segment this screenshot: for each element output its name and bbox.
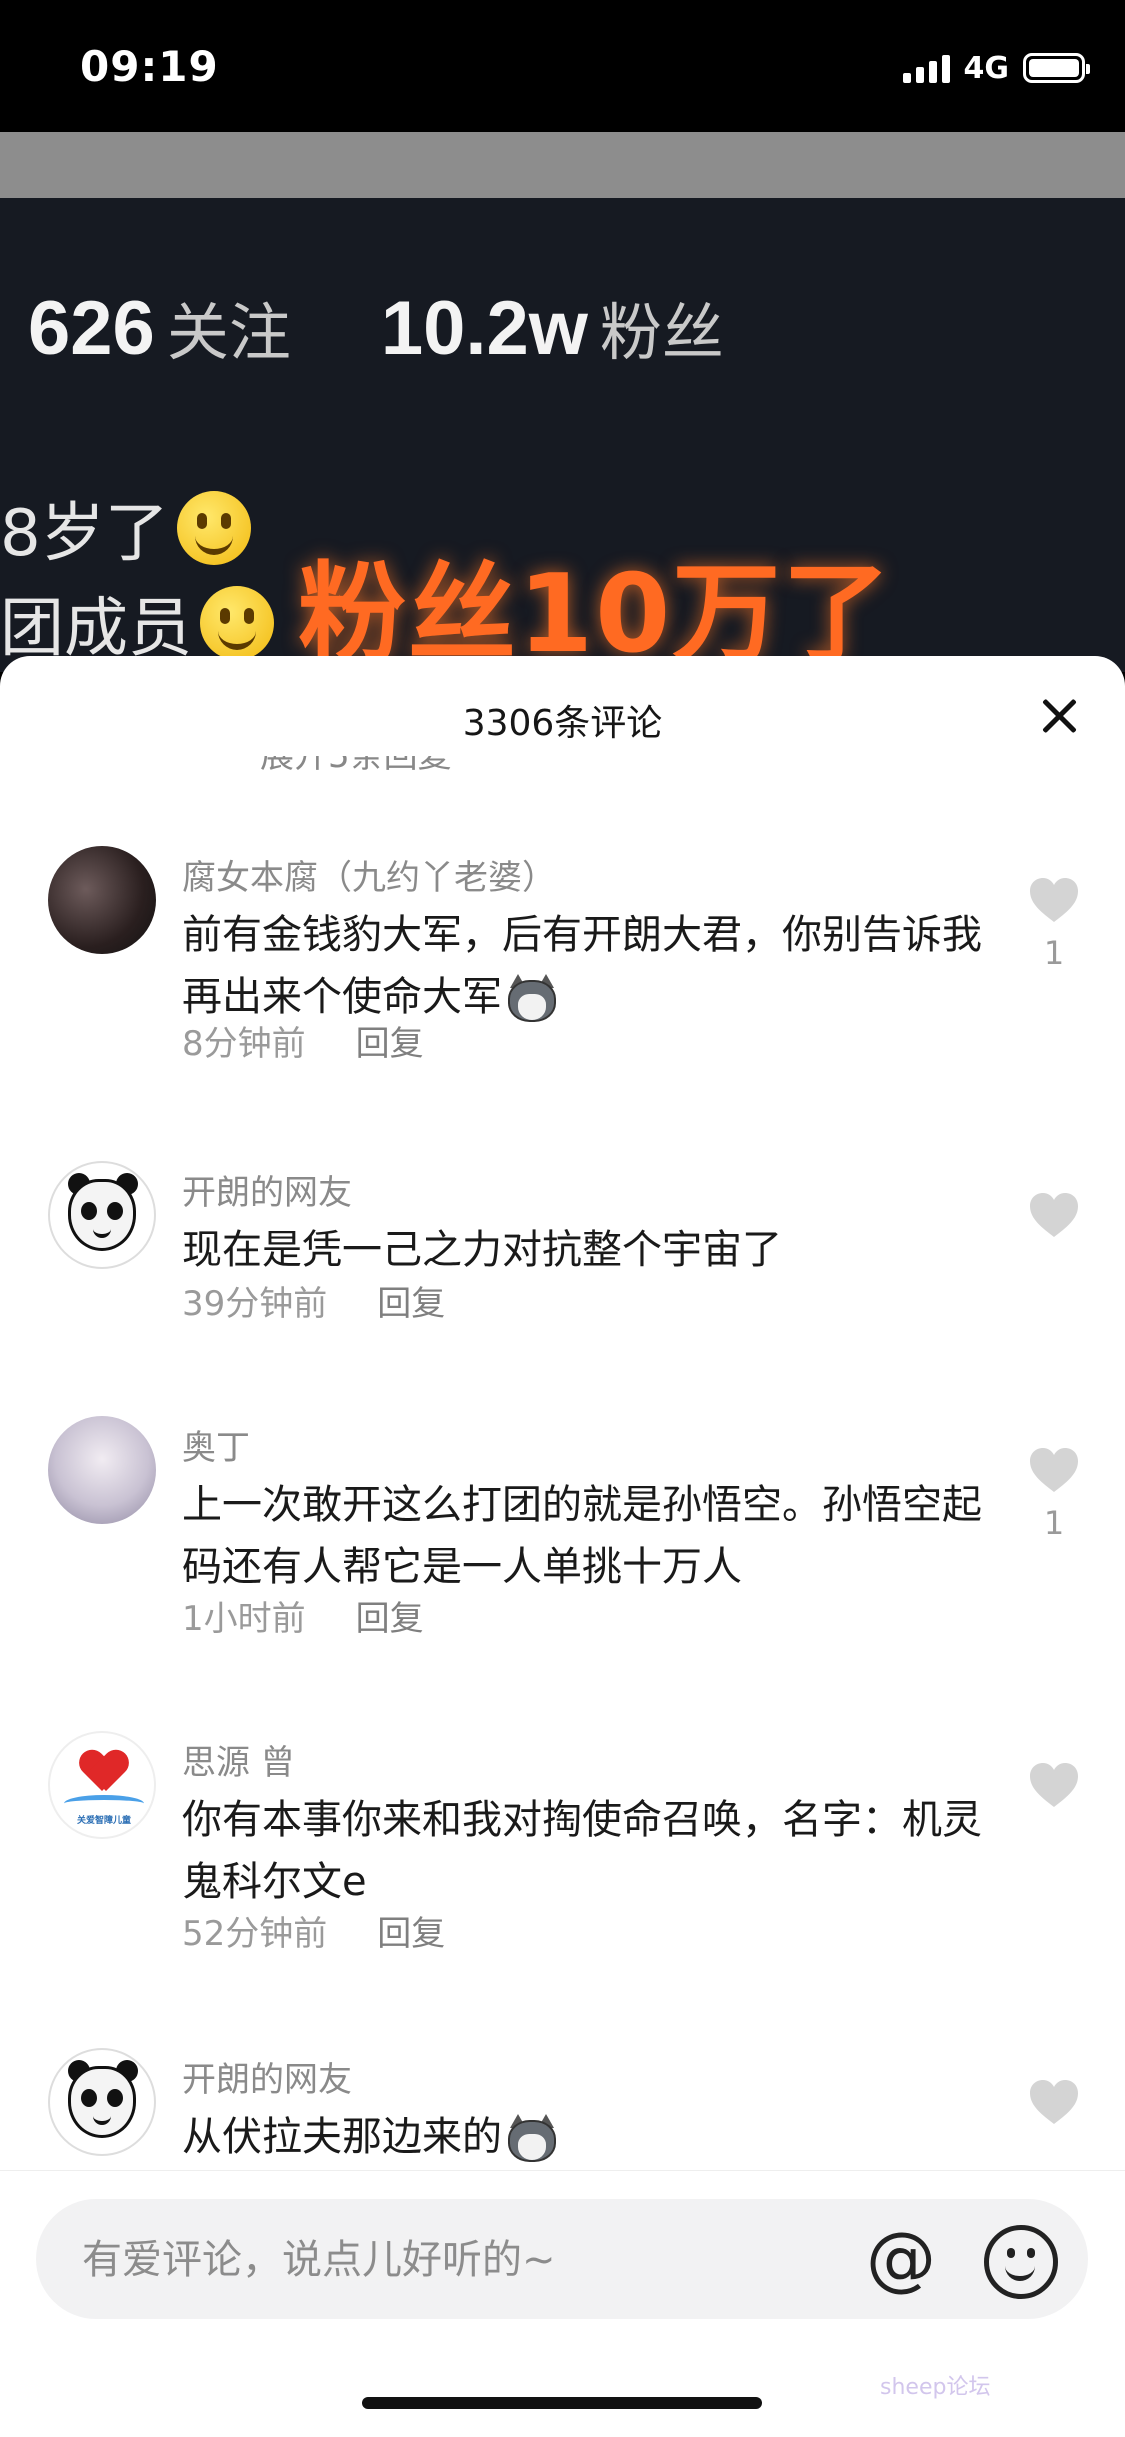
like-button[interactable]: 1 [1026, 1446, 1082, 1542]
comment-author[interactable]: 腐女本腐（九约丫老婆） [182, 850, 556, 899]
smile-emoji-icon [176, 491, 251, 565]
comment-meta: 1小时前 回复 [182, 1591, 424, 1640]
comment-author[interactable]: 开朗的网友 [182, 2052, 352, 2101]
comment-text: 从伏拉夫那边来的 [182, 2106, 982, 2168]
watermark: sheep论坛 [880, 2375, 991, 2400]
comment-text: 前有金钱豹大军，后有开朗大君，你别告诉我再出来个使命大军 [182, 904, 982, 1028]
heart-icon [1030, 1448, 1078, 1492]
at-icon[interactable]: @ [864, 2223, 938, 2297]
heart-icon [1030, 1763, 1078, 1807]
network-type: 4G [963, 50, 1010, 86]
video-top-strip [0, 132, 1125, 198]
reply-button[interactable]: 回复 [377, 1284, 445, 1324]
heart-icon [1030, 2080, 1078, 2124]
avatar[interactable] [48, 2048, 156, 2156]
comment-meta: 39分钟前 回复 [182, 1276, 445, 1325]
comment-count-title: 3306条评论 [462, 703, 663, 744]
comment-time: 52分钟前 [182, 1914, 328, 1954]
avatar-logo-text: 关爱智障儿童 [76, 1816, 131, 1826]
following-label: 关注 [166, 299, 291, 368]
following-count: 626 [28, 286, 155, 371]
heart-icon [1030, 878, 1078, 922]
reply-button[interactable]: 回复 [377, 1914, 445, 1954]
bio-line-1-text: 8岁了 [0, 497, 169, 571]
reply-button[interactable]: 回复 [356, 1599, 424, 1639]
logo-heart-icon [80, 1751, 128, 1795]
avatar[interactable] [48, 846, 156, 954]
comment-text: 上一次敢开这么打团的就是孙悟空。孙悟空起码还有人帮它是一人单挑十万人 [182, 1482, 982, 1590]
comment-time: 8分钟前 [182, 1024, 306, 1064]
status-time: 09:19 [80, 42, 219, 91]
battery-icon [1023, 53, 1090, 83]
husky-emoji-icon [504, 2114, 560, 2164]
home-indicator[interactable] [362, 2397, 762, 2409]
avatar[interactable]: 关爱智障儿童 [48, 1731, 156, 1839]
comment-text: 现在是凭一己之力对抗整个宇宙了 [182, 1227, 782, 1273]
signal-icon [902, 53, 950, 83]
comment-meta: 52分钟前 回复 [182, 1906, 445, 1955]
shush-emoji-icon [200, 586, 274, 660]
husky-emoji-icon [504, 974, 560, 1024]
followers-label: 粉丝 [599, 299, 724, 368]
comment-time: 1小时前 [182, 1599, 306, 1639]
status-bar: 09:19 4G [0, 0, 1125, 132]
close-icon[interactable] [1037, 694, 1081, 738]
comment-author[interactable]: 奥丁 [182, 1420, 250, 1469]
like-count: 1 [1043, 1504, 1065, 1542]
comment-author[interactable]: 开朗的网友 [182, 1165, 352, 1214]
followers-count: 10.2w [380, 286, 588, 371]
like-button[interactable]: 1 [1026, 876, 1082, 972]
heart-icon [1030, 1193, 1078, 1237]
comment-input-container: @ [36, 2199, 1088, 2321]
emoji-icon[interactable] [984, 2225, 1058, 2299]
like-button[interactable] [1026, 1191, 1082, 1239]
comment-meta: 8分钟前 回复 [182, 1016, 424, 1065]
avatar[interactable] [48, 1161, 156, 1269]
comment-time: 39分钟前 [182, 1284, 328, 1324]
bio-line-1: 8岁了 [0, 482, 251, 574]
video-background: 626 关注 10.2w 粉丝 8岁了 团成员 粉丝10万了 [0, 132, 1125, 677]
comment-author[interactable]: 思源 曾 [182, 1735, 295, 1784]
comment-text: 你有本事你来和我对掏使命召唤，名字：机灵鬼科尔文e [182, 1797, 982, 1905]
profile-stats: 626 关注 10.2w 粉丝 [28, 282, 724, 372]
avatar[interactable] [48, 1416, 156, 1524]
like-button[interactable] [1026, 2078, 1082, 2126]
like-count: 1 [1043, 934, 1065, 972]
comment-input[interactable] [80, 2199, 864, 2321]
reply-button[interactable]: 回复 [356, 1024, 424, 1064]
status-icons: 4G [902, 48, 1090, 88]
like-button[interactable] [1026, 1761, 1082, 1809]
comment-sheet: 3306条评论 展开5条回复 腐女本腐（九约丫老婆） 前有金钱豹大军，后有开朗大… [0, 656, 1125, 2436]
expand-replies-link[interactable]: 展开5条回复 [260, 756, 452, 780]
comment-input-bar: @ sheep论坛 [0, 2170, 1125, 2437]
